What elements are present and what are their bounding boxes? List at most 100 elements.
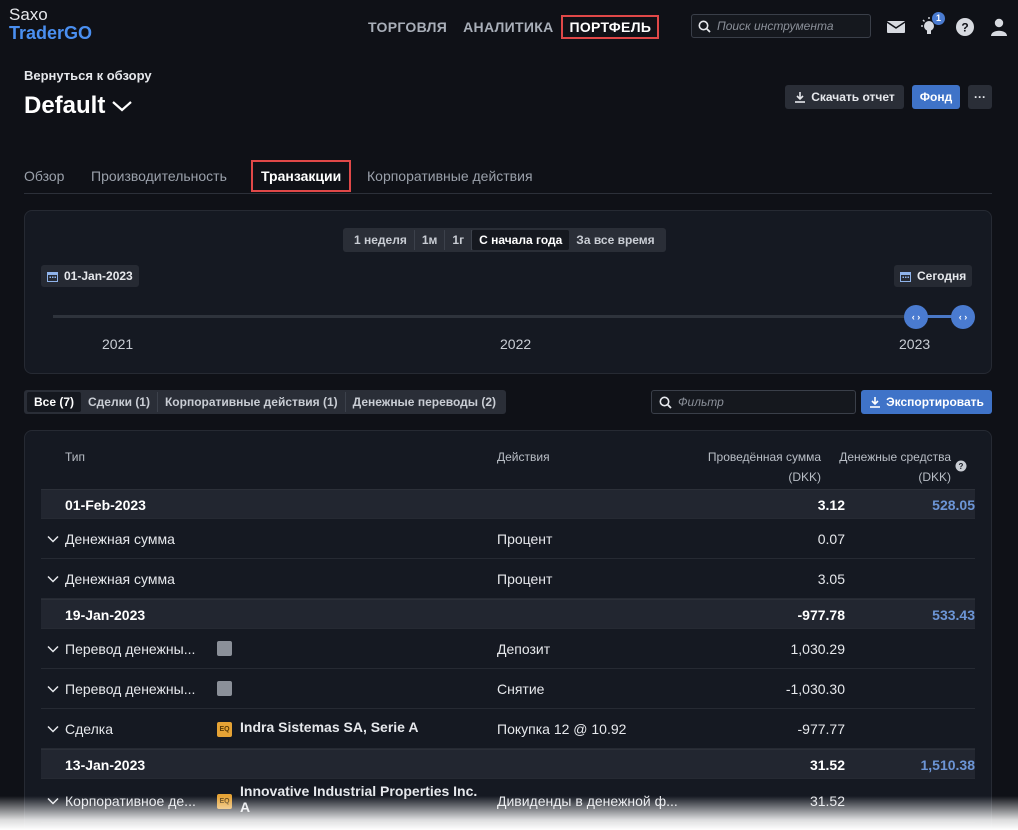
chevron-down-icon[interactable] [47, 573, 59, 585]
download-report-button[interactable]: Скачать отчет [785, 85, 904, 109]
nav-trading[interactable]: ТОРГОВЛЯ [368, 15, 455, 39]
filter-all[interactable]: Все (7) [27, 392, 82, 412]
row-amount: 3.05 [817, 571, 845, 587]
start-date: 01-Jan-2023 [64, 269, 133, 283]
filter-corporate-actions[interactable]: Корпоративные действия (1) [158, 392, 346, 412]
group-date: 19-Jan-2023 [65, 607, 146, 623]
filter-field[interactable] [651, 390, 856, 414]
info-icon[interactable]: ? [955, 460, 967, 472]
tab-performance[interactable]: Производительность [91, 158, 227, 192]
end-date-picker[interactable]: Сегодня [894, 265, 973, 287]
equity-icon: EQ [217, 794, 232, 809]
column-header-amount-line2: (DKK) [788, 470, 821, 484]
export-button[interactable]: Экспортировать [861, 390, 992, 414]
arrows-horizontal-icon: ‹ › [958, 312, 968, 322]
row-action: Процент [497, 571, 553, 587]
group-date: 13-Jan-2023 [65, 757, 146, 773]
export-label: Экспортировать [886, 395, 984, 409]
year-label: 2023 [899, 336, 931, 352]
group-amount: 3.12 [817, 497, 845, 513]
row-instrument[interactable]: Indra Sistemas SA, Serie A [240, 719, 418, 735]
group-amount: 31.52 [809, 757, 845, 773]
column-header-cash[interactable]: Денежные средства (DKK) [839, 447, 951, 487]
chevron-down-icon[interactable] [47, 723, 59, 735]
group-cash-balance[interactable]: 1,510.38 [921, 757, 976, 773]
user-icon[interactable] [988, 16, 1010, 38]
chevron-down-icon[interactable] [47, 795, 59, 807]
row-action: Процент [497, 531, 553, 547]
column-header-amount-line1: Проведённая сумма [707, 450, 821, 464]
row-type: Сделка [65, 721, 113, 737]
download-icon [795, 92, 806, 103]
group-cash-balance[interactable]: 533.43 [932, 607, 975, 623]
group-cash-balance[interactable]: 528.05 [932, 497, 975, 513]
table-row[interactable]: Корпоративное де... EQ Innovative Indust… [41, 779, 975, 823]
logo-line1: Saxo [9, 5, 48, 24]
back-to-overview-link[interactable]: Вернуться к обзору [24, 68, 152, 83]
nav-analytics[interactable]: АНАЛИТИКА [455, 15, 561, 39]
notifications[interactable]: 1 [919, 12, 945, 38]
table-row[interactable]: Денежная сумма Процент 0.07 [41, 519, 975, 559]
search-input[interactable] [717, 19, 867, 33]
row-amount: 0.07 [817, 531, 845, 547]
period-1-year[interactable]: 1г [445, 230, 473, 250]
date-group-row: 19-Jan-2023 -977.78 533.43 [41, 599, 975, 629]
row-type: Корпоративное де... [65, 793, 196, 809]
row-type: Перевод денежны... [65, 641, 196, 657]
timeline-end-handle[interactable]: ‹ › [951, 305, 975, 329]
period-1-month[interactable]: 1м [415, 230, 446, 250]
start-date-picker[interactable]: 01-Jan-2023 [41, 265, 139, 287]
instrument-search[interactable] [691, 14, 871, 38]
table-row[interactable]: Перевод денежны... Снятие -1,030.30 [41, 669, 975, 709]
tab-transactions[interactable]: Транзакции [251, 160, 352, 192]
period-ytd[interactable]: С начала года [472, 230, 570, 250]
calendar-icon [900, 271, 911, 282]
filter-trades[interactable]: Сделки (1) [81, 392, 158, 412]
chevron-down-icon[interactable] [47, 533, 59, 545]
row-amount: 1,030.29 [790, 641, 846, 657]
timeline-panel: 1 неделя 1м 1г С начала года За все врем… [24, 210, 992, 374]
more-options-button[interactable]: ··· [968, 85, 992, 109]
row-amount: 31.52 [809, 793, 845, 809]
saxo-logo[interactable]: Saxo TraderGO [9, 5, 92, 43]
table-row[interactable]: Сделка EQ Indra Sistemas SA, Serie A Пок… [41, 709, 975, 749]
transaction-type-filter: Все (7) Сделки (1) Корпоративные действи… [24, 390, 506, 414]
row-amount: -1,030.30 [785, 681, 845, 697]
row-action: Снятие [497, 681, 545, 697]
main-nav: ТОРГОВЛЯ АНАЛИТИКА ПОРТФЕЛЬ [368, 15, 660, 39]
year-label: 2022 [500, 336, 532, 352]
column-header-cash-line1: Денежные средства [839, 450, 951, 464]
fund-button[interactable]: Фонд [912, 85, 960, 109]
tab-overview[interactable]: Обзор [24, 158, 64, 192]
column-header-actions[interactable]: Действия [497, 447, 550, 467]
mail-icon[interactable] [885, 16, 907, 38]
help-icon[interactable]: ? [954, 16, 976, 38]
table-row[interactable]: Перевод денежны... Депозит 1,030.29 [41, 629, 975, 669]
account-selector[interactable]: Default [24, 92, 133, 120]
column-header-amount[interactable]: Проведённая сумма (DKK) [708, 447, 821, 487]
period-1-week[interactable]: 1 неделя [347, 230, 415, 250]
row-type: Денежная сумма [65, 571, 175, 587]
notification-badge: 1 [932, 12, 945, 25]
account-name: Default [24, 92, 106, 119]
calendar-icon [47, 271, 58, 282]
download-icon [870, 397, 881, 408]
doc-icon [217, 641, 232, 656]
chevron-down-icon[interactable] [47, 683, 59, 695]
tab-corporate-actions[interactable]: Корпоративные действия [367, 158, 533, 192]
filter-cash-transfers[interactable]: Денежные переводы (2) [346, 392, 503, 412]
nav-portfolio[interactable]: ПОРТФЕЛЬ [561, 15, 660, 39]
column-header-cash-line2: (DKK) [918, 470, 951, 484]
row-type: Денежная сумма [65, 531, 175, 547]
row-amount: -977.77 [797, 721, 845, 737]
filter-input[interactable] [678, 395, 848, 409]
svg-text:?: ? [959, 462, 964, 471]
timeline-start-handle[interactable]: ‹ › [904, 305, 928, 329]
chevron-down-icon [112, 101, 133, 112]
column-header-type[interactable]: Тип [65, 447, 85, 467]
row-instrument[interactable]: Innovative Industrial Properties Inc. A [240, 783, 490, 815]
period-all-time[interactable]: За все время [569, 230, 661, 250]
chevron-down-icon[interactable] [47, 643, 59, 655]
table-row[interactable]: Денежная сумма Процент 3.05 [41, 559, 975, 599]
timeline-track[interactable] [53, 315, 963, 318]
